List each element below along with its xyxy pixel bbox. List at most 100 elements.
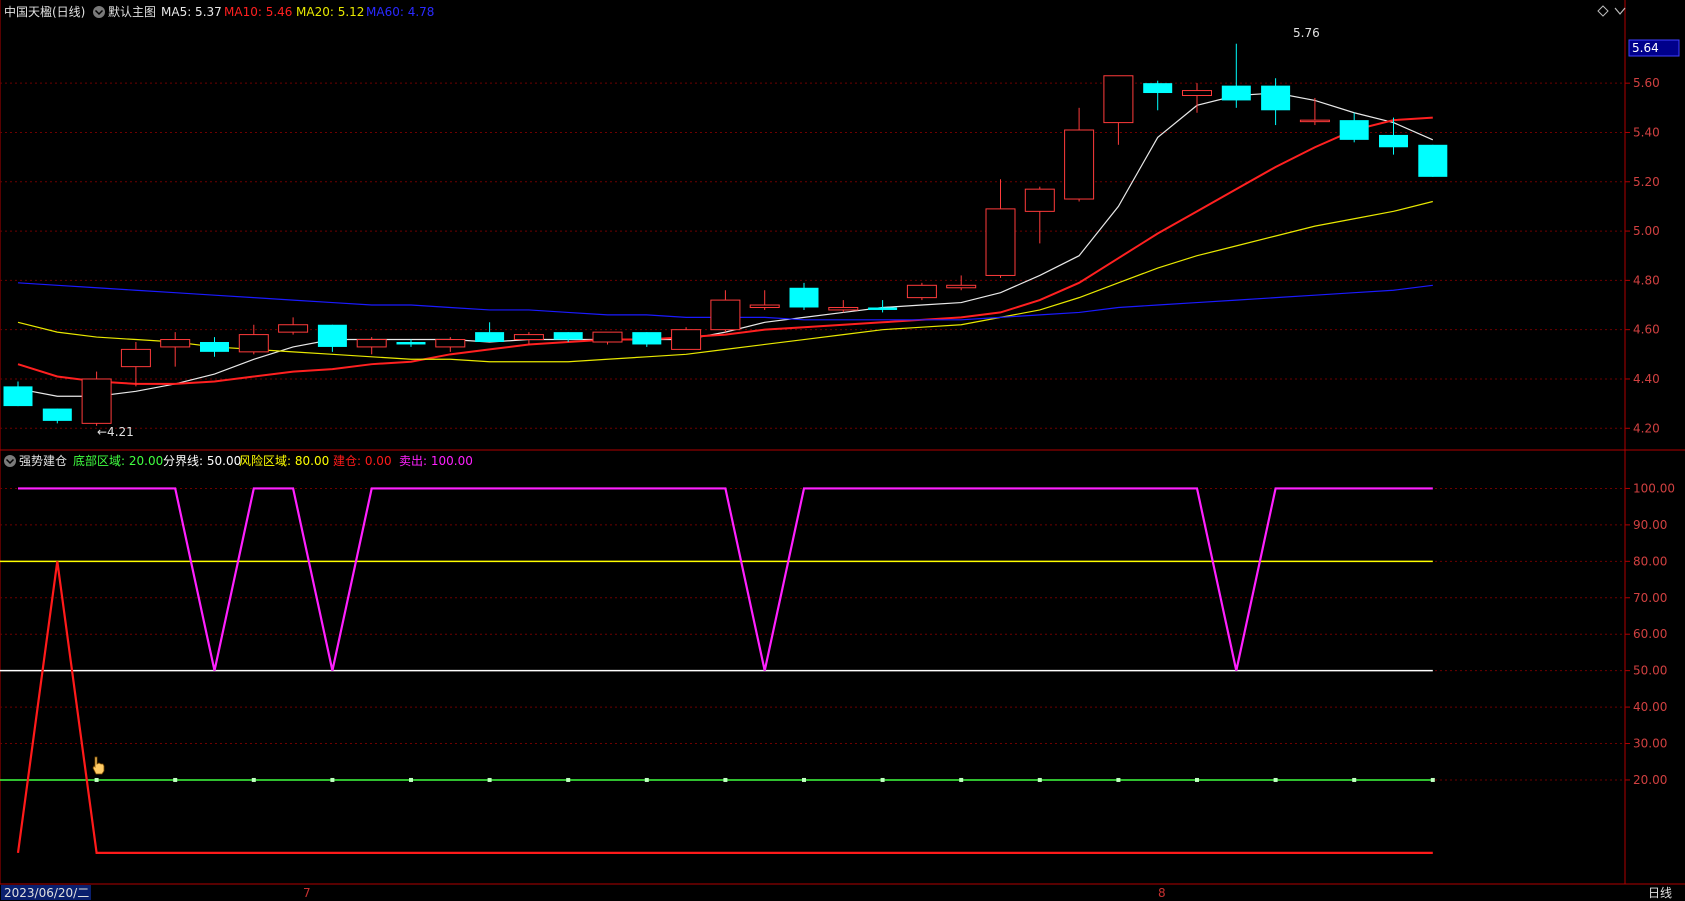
y-tick-label: 4.20 xyxy=(1633,421,1660,435)
level-marker xyxy=(802,777,806,782)
candle-body xyxy=(200,342,229,352)
stock-chart[interactable]: 5.60 5.40 5.20 5.00 4.80 4.60 4.40 4.20 ←4.21 5… xyxy=(0,0,1685,901)
candle-body xyxy=(710,299,741,331)
level-marker xyxy=(959,777,964,782)
level-marker xyxy=(1352,777,1357,782)
candle-body xyxy=(906,284,937,299)
y-tick-label: 4.40 xyxy=(1633,372,1660,386)
candle-body xyxy=(592,331,623,343)
y-tick-label: 80.00 xyxy=(1633,554,1667,568)
indicator-header: 强势建仓 底部区域: 20.00 分界线: 50.00 风险区域: 80.00 … xyxy=(4,453,473,468)
level-marker xyxy=(1430,777,1435,782)
low-price-annotation: ←4.21 xyxy=(97,425,134,439)
build-legend: 建仓: 0.00 xyxy=(333,454,392,468)
y-tick-label: 90.00 xyxy=(1633,518,1667,532)
candle-body xyxy=(632,332,662,345)
candle-body xyxy=(160,339,191,348)
candle-body xyxy=(1221,85,1251,101)
current-price-tag: 5.64 xyxy=(1628,39,1680,57)
level-marker xyxy=(1273,777,1278,782)
risk-zone-legend: 风险区域: 80.00 xyxy=(239,453,329,468)
candle-body xyxy=(42,408,72,421)
candle-body xyxy=(317,324,347,347)
main-chart-header: 中国天楹(日线) 默认主图 MA5: 5.37 MA10: 5.46 MA20:… xyxy=(4,4,434,19)
current-price-value: 5.64 xyxy=(1632,41,1659,55)
y-tick-label: 5.20 xyxy=(1633,175,1660,189)
level-marker xyxy=(1195,777,1199,782)
candle-body xyxy=(1261,85,1291,111)
level-marker xyxy=(880,777,885,782)
level-marker xyxy=(723,777,728,782)
sell-legend: 卖出: 100.00 xyxy=(399,454,473,468)
date-label: 2023/06/20/二 xyxy=(4,886,89,900)
month-label-8: 8 xyxy=(1158,886,1166,900)
chevron-down-icon[interactable] xyxy=(4,455,16,467)
level-marker xyxy=(1037,777,1042,782)
bottom-zone-legend: 底部区域: 20.00 xyxy=(73,453,163,468)
y-tick-label: 5.40 xyxy=(1633,125,1660,139)
y-tick-label: 60.00 xyxy=(1633,627,1667,641)
candle-body xyxy=(1379,134,1408,148)
chevron-down-icon[interactable] xyxy=(93,6,105,18)
y-tick-label: 50.00 xyxy=(1633,664,1667,678)
period-label[interactable]: 日线 xyxy=(1648,886,1672,900)
y-tick-label: 70.00 xyxy=(1633,591,1667,605)
ma10-legend: MA10: 5.46 xyxy=(224,5,292,19)
month-label-7: 7 xyxy=(303,886,311,900)
candle-body xyxy=(828,306,859,311)
y-tick-label: 40.00 xyxy=(1633,700,1667,714)
candle xyxy=(906,282,937,301)
candle-body xyxy=(553,332,583,340)
ma5-legend: MA5: 5.37 xyxy=(161,5,222,19)
level-marker xyxy=(487,777,492,782)
y-tick-label: 5.00 xyxy=(1633,224,1660,238)
level-marker xyxy=(409,777,413,782)
y-tick-label: 30.00 xyxy=(1633,737,1667,751)
candle-body xyxy=(985,208,1016,276)
candle-body xyxy=(1418,144,1448,177)
level-marker xyxy=(330,777,335,782)
candle xyxy=(81,371,112,426)
candle xyxy=(1418,144,1448,177)
candle-body xyxy=(1024,188,1055,212)
candle-body xyxy=(946,284,977,289)
ma60-legend: MA60: 4.78 xyxy=(366,5,434,19)
candle-body xyxy=(1299,119,1330,123)
indicator-name[interactable]: 强势建仓 xyxy=(19,454,67,468)
candle-body xyxy=(1182,90,1212,96)
candle-body xyxy=(1103,75,1134,124)
y-tick-label: 4.60 xyxy=(1633,323,1660,337)
candle-body xyxy=(513,334,544,341)
ma20-legend: MA20: 5.12 xyxy=(296,5,364,19)
y-tick-label: 100.00 xyxy=(1633,481,1675,495)
y-tick-label: 20.00 xyxy=(1633,773,1667,787)
candle-body xyxy=(475,332,505,342)
candle-body xyxy=(1143,83,1173,94)
candle-body xyxy=(396,342,426,345)
high-price-annotation: 5.76 xyxy=(1293,26,1320,40)
y-tick-label: 5.60 xyxy=(1633,76,1660,90)
candle-body xyxy=(3,386,33,407)
candle-body xyxy=(120,348,151,368)
candle-body xyxy=(789,287,819,308)
candle xyxy=(671,327,702,350)
level-marker xyxy=(644,777,649,782)
candle-body xyxy=(278,324,309,333)
candle-body xyxy=(1064,129,1095,200)
y-tick-label: 4.80 xyxy=(1633,273,1660,287)
candle-body xyxy=(868,307,898,310)
divider-legend: 分界线: 50.00 xyxy=(163,454,241,468)
level-marker xyxy=(566,777,571,782)
level-marker xyxy=(173,777,178,782)
main-chart-label[interactable]: 默认主图 xyxy=(108,4,156,19)
candle-body xyxy=(356,339,387,348)
candle-body xyxy=(1339,120,1369,140)
candle-body xyxy=(749,304,780,308)
level-marker xyxy=(251,777,256,782)
candle-body xyxy=(435,339,466,348)
level-marker xyxy=(94,777,99,782)
candle-body xyxy=(671,329,702,350)
level-marker xyxy=(1116,777,1121,782)
stock-name[interactable]: 中国天楹(日线) xyxy=(4,4,85,19)
candle-body xyxy=(81,378,112,424)
